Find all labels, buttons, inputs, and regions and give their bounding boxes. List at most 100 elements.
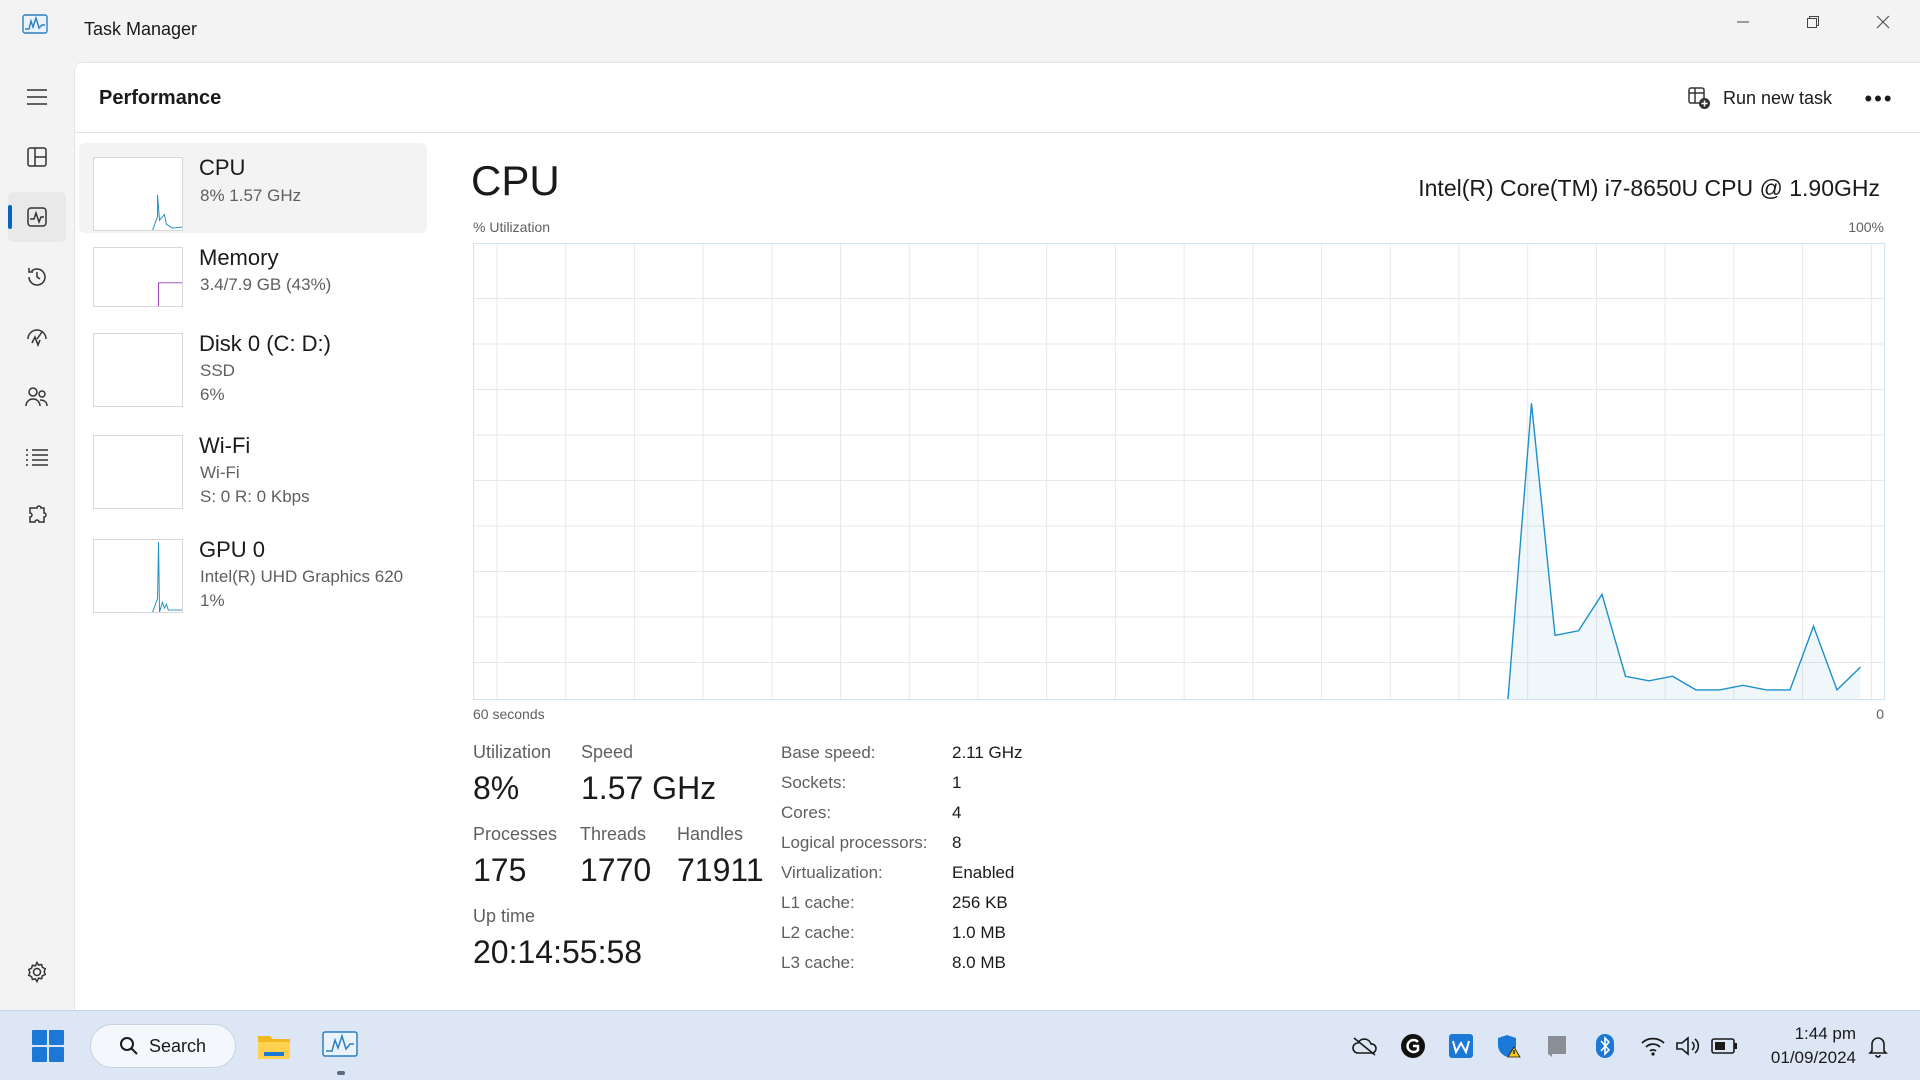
close-icon — [1876, 15, 1890, 29]
nav-services-button[interactable] — [8, 492, 66, 542]
spec-value: 8 — [952, 833, 962, 852]
nav-app-history-button[interactable] — [8, 252, 66, 302]
perf-item-wifi[interactable]: Wi-Fi Wi-Fi S: 0 R: 0 Kbps — [79, 429, 427, 533]
utilization-value: 8% — [473, 770, 520, 806]
services-puzzle-icon — [29, 505, 47, 523]
nav-startup-apps-button[interactable] — [8, 312, 66, 362]
processes-icon — [27, 147, 47, 167]
restore-button[interactable] — [1778, 0, 1848, 44]
graph-x-left-label: 60 seconds — [473, 706, 545, 722]
perf-item-sub: 8% 1.57 GHz — [200, 186, 302, 205]
hamburger-menu-button[interactable] — [8, 72, 66, 122]
tray-bluetooth[interactable] — [1591, 1032, 1619, 1060]
bluetooth-icon — [1596, 1034, 1614, 1058]
threads-label: Threads — [580, 824, 647, 844]
performance-list: CPU 8% 1.57 GHz Memory 3.4/7.9 GB (43%) … — [79, 143, 427, 633]
processes-label: Processes — [473, 824, 558, 844]
shield-warning-icon — [1498, 1035, 1521, 1058]
processes-value: 175 — [473, 852, 527, 888]
spec-value: 2.11 GHz — [952, 743, 1023, 762]
perf-item-sub-2: 1% — [200, 591, 225, 610]
running-app-indicator — [337, 1071, 345, 1075]
more-options-button[interactable]: ••• — [1859, 79, 1899, 119]
taskbar-task-manager[interactable] — [322, 1028, 358, 1064]
window-title: Task Manager — [84, 19, 198, 39]
spec-label: L3 cache: — [781, 953, 855, 972]
navigation-rail — [0, 60, 74, 1010]
tray-volume[interactable] — [1674, 1032, 1702, 1060]
clock-date: 01/09/2024 — [1770, 1048, 1856, 1067]
speed-value: 1.57 GHz — [581, 770, 717, 806]
cpu-model-name: Intel(R) Core(TM) i7-8650U CPU @ 1.90GHz — [1418, 175, 1880, 201]
volume-icon — [1676, 1036, 1700, 1056]
handles-value: 71911 — [677, 852, 764, 888]
handles-label: Handles — [677, 824, 744, 844]
page-title: Performance — [99, 87, 222, 109]
tray-wifi[interactable] — [1639, 1032, 1667, 1060]
taskbar-file-explorer[interactable] — [256, 1028, 292, 1064]
gpu-thumbnail-graph — [93, 539, 183, 613]
battery-icon — [1711, 1038, 1737, 1054]
perf-item-sub: Wi-Fi — [200, 463, 240, 482]
nav-details-button[interactable] — [8, 432, 66, 482]
cpu-utilization-area — [1508, 403, 1861, 699]
tray-windows-security[interactable] — [1495, 1032, 1523, 1060]
word-app-icon — [1449, 1034, 1473, 1058]
detail-title: CPU — [471, 157, 560, 204]
nav-processes-button[interactable] — [8, 132, 66, 182]
spec-value: 1 — [952, 773, 962, 792]
nav-performance-button[interactable] — [8, 192, 66, 242]
spec-label: L1 cache: — [781, 893, 855, 912]
performance-icon — [27, 207, 47, 227]
cloud-offline-icon — [1352, 1037, 1377, 1056]
perf-item-disk[interactable]: Disk 0 (C: D:) SSD 6% — [79, 325, 427, 429]
tray-generic-app[interactable] — [1543, 1032, 1571, 1060]
bell-icon — [1868, 1037, 1888, 1058]
start-button[interactable] — [30, 1028, 66, 1064]
perf-item-name: CPU — [199, 155, 246, 180]
close-button[interactable] — [1848, 0, 1918, 44]
uptime-label: Up time — [473, 906, 536, 926]
run-new-task-label: Run new task — [1723, 87, 1833, 108]
app-window-icon — [1548, 1036, 1566, 1057]
perf-item-sub: SSD — [200, 361, 235, 380]
taskbar: Search 1:44 pm 01/09/2024 — [0, 1010, 1920, 1080]
perf-item-memory[interactable]: Memory 3.4/7.9 GB (43%) — [79, 233, 427, 325]
speed-label: Speed — [581, 742, 634, 762]
clock-time: 1:44 pm — [1794, 1024, 1856, 1043]
perf-item-sub-2: S: 0 R: 0 Kbps — [200, 487, 310, 506]
task-manager-app-icon — [22, 14, 48, 34]
search-label: Search — [149, 1035, 207, 1056]
nav-users-button[interactable] — [8, 372, 66, 422]
memory-thumbnail-graph — [93, 247, 183, 307]
spec-value: 8.0 MB — [952, 953, 1006, 972]
taskbar-search-box[interactable]: Search — [90, 1024, 236, 1068]
wifi-thumbnail-graph — [93, 435, 183, 509]
windows-logo-icon — [32, 1030, 64, 1062]
perf-item-cpu[interactable]: CPU 8% 1.57 GHz — [79, 143, 427, 233]
perf-item-name: GPU 0 — [199, 537, 266, 562]
tray-grammarly[interactable] — [1399, 1032, 1427, 1060]
perf-item-name: Wi-Fi — [199, 433, 251, 458]
spec-value: 256 KB — [952, 893, 1008, 912]
details-list-icon — [26, 449, 48, 466]
spec-value: 1.0 MB — [952, 923, 1006, 942]
spec-value: Enabled — [952, 863, 1015, 882]
users-icon — [25, 387, 48, 407]
tray-battery[interactable] — [1711, 1032, 1739, 1060]
spec-label: Sockets: — [781, 773, 847, 792]
active-nav-indicator — [8, 205, 12, 229]
perf-item-gpu[interactable]: GPU 0 Intel(R) UHD Graphics 620 1% — [79, 533, 427, 633]
run-new-task-button[interactable]: Run new task — [1677, 77, 1842, 119]
notifications-button[interactable] — [1864, 1032, 1892, 1060]
tray-onedrive[interactable] — [1351, 1032, 1379, 1060]
minimize-button[interactable] — [1708, 0, 1778, 44]
tray-word-app[interactable] — [1447, 1032, 1475, 1060]
folder-icon — [258, 1036, 290, 1059]
spec-label: Virtualization: — [781, 863, 883, 882]
nav-settings-button[interactable] — [8, 947, 66, 997]
graph-y-label: % Utilization — [473, 219, 551, 235]
disk-thumbnail-graph — [93, 333, 183, 407]
spec-label: Cores: — [781, 803, 832, 822]
taskbar-clock[interactable]: 1:44 pm 01/09/2024 — [1771, 1022, 1856, 1070]
